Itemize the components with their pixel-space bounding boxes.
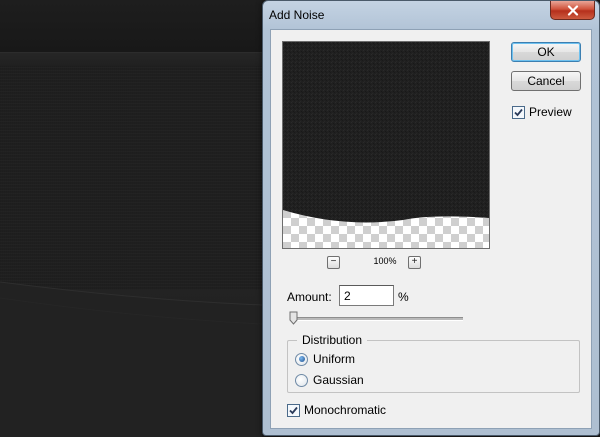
- gaussian-radio[interactable]: [295, 373, 308, 387]
- ok-button[interactable]: OK: [511, 42, 581, 62]
- amount-unit: %: [398, 290, 409, 304]
- amount-label: Amount:: [287, 290, 332, 304]
- preview-checkbox-row[interactable]: Preview: [512, 105, 572, 119]
- uniform-label: Uniform: [313, 352, 356, 366]
- zoom-level-readout: 100%: [373, 256, 397, 266]
- monochromatic-checkbox[interactable]: [287, 403, 300, 417]
- check-icon: [289, 406, 298, 414]
- monochromatic-checkbox-row[interactable]: Monochromatic: [287, 403, 386, 417]
- uniform-option[interactable]: Uniform: [295, 352, 355, 366]
- check-icon: [514, 108, 523, 116]
- preview-image: [283, 42, 489, 223]
- dialog-titlebar[interactable]: Add Noise: [263, 1, 599, 29]
- zoom-out-button[interactable]: −: [327, 256, 340, 269]
- uniform-radio[interactable]: [295, 352, 308, 366]
- monochromatic-label: Monochromatic: [304, 403, 387, 417]
- dialog-title: Add Noise: [269, 8, 325, 22]
- amount-input[interactable]: [339, 285, 394, 306]
- cancel-button[interactable]: Cancel: [511, 71, 581, 91]
- gaussian-option[interactable]: Gaussian: [295, 373, 364, 387]
- dialog-content: − 100% + OK Cancel Preview Amount: % Dis…: [270, 29, 592, 429]
- zoom-in-button[interactable]: +: [408, 256, 421, 269]
- gaussian-label: Gaussian: [313, 373, 364, 387]
- close-icon: [567, 4, 578, 16]
- preview-label: Preview: [529, 105, 572, 119]
- close-button[interactable]: [550, 1, 595, 20]
- preview-window[interactable]: [282, 41, 490, 249]
- preview-checkbox[interactable]: [512, 105, 525, 119]
- amount-slider-track[interactable]: [293, 317, 463, 321]
- amount-slider-thumb[interactable]: [289, 311, 298, 325]
- add-noise-dialog: Add Noise − 100% + OK Cancel Preview Amo…: [262, 0, 600, 436]
- distribution-title: Distribution: [297, 333, 368, 347]
